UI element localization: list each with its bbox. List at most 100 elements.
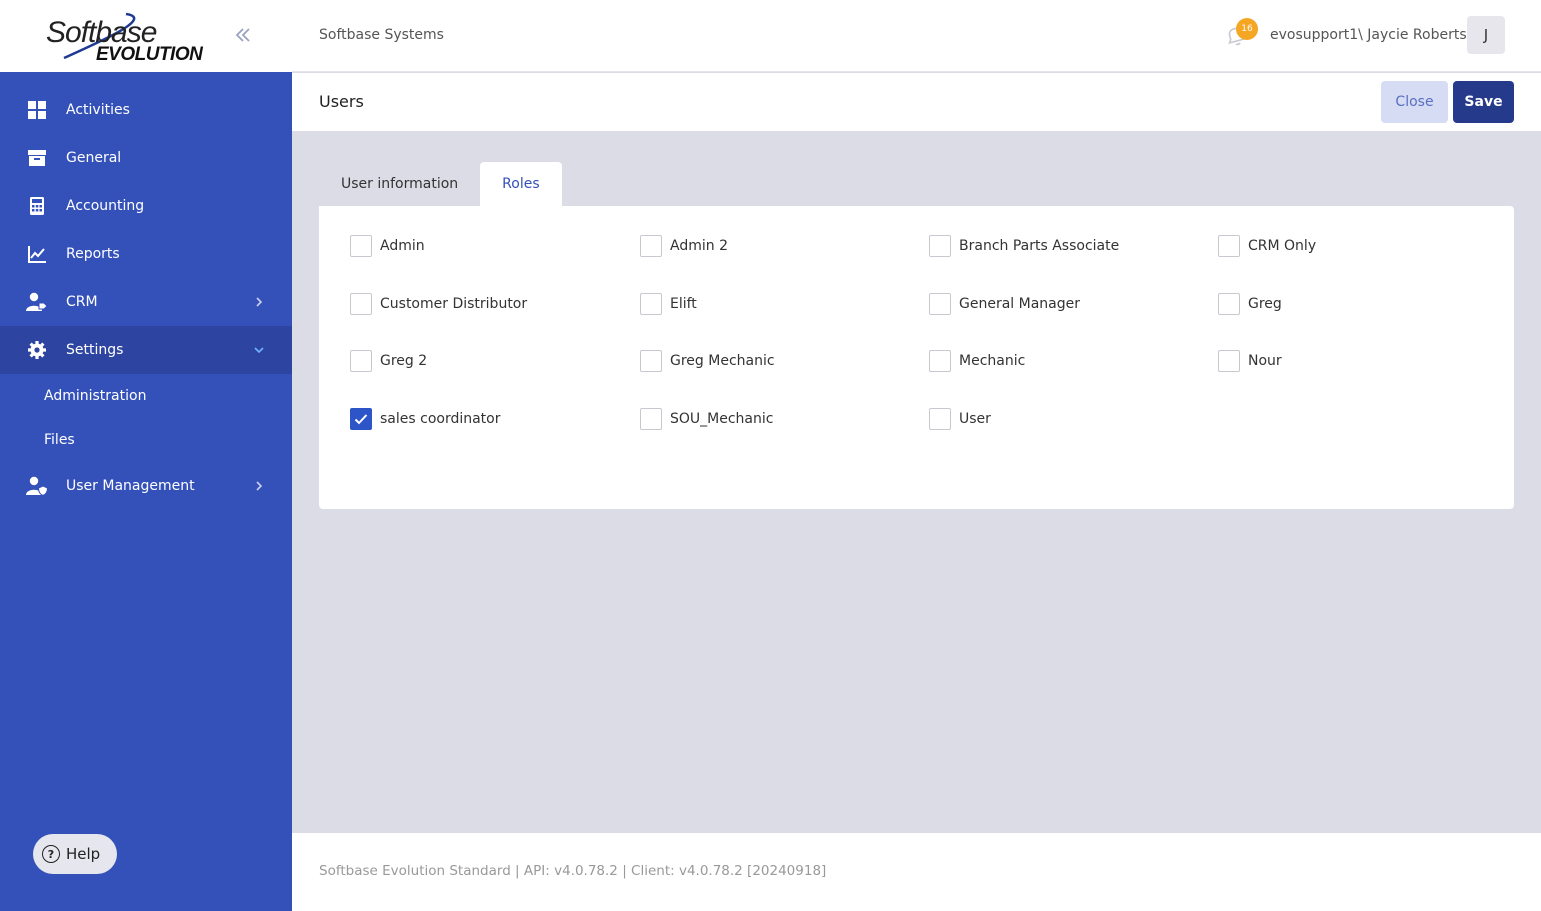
chart-line-icon (26, 243, 48, 265)
grid-icon (26, 99, 48, 121)
role-checkbox[interactable] (1218, 235, 1240, 257)
role-label: Admin 2 (670, 238, 728, 254)
role-user[interactable]: User (929, 408, 991, 430)
role-elift[interactable]: Elift (640, 293, 697, 315)
gear-icon (26, 339, 48, 361)
sidebar-item-activities[interactable]: Activities (0, 86, 292, 134)
roles-panel: Admin Admin 2 Branch Parts Associate CRM… (319, 206, 1514, 509)
avatar[interactable]: J (1467, 16, 1505, 54)
sidebar-item-settings[interactable]: Settings (0, 326, 292, 374)
role-checkbox[interactable] (640, 235, 662, 257)
role-label: Greg Mechanic (670, 353, 775, 369)
user-name[interactable]: evosupport1\ Jaycie Roberts (1270, 27, 1467, 43)
calculator-icon (26, 195, 48, 217)
logo-area: Softbase EVOLUTION (0, 0, 292, 72)
sidebar-item-label: User Management (66, 478, 195, 494)
close-button[interactable]: Close (1381, 81, 1448, 123)
page-title-bar: Users Close Save (292, 73, 1541, 131)
question-circle-icon: ? (42, 845, 60, 863)
page-title: Users (319, 92, 364, 111)
sidebar-item-label: Accounting (66, 198, 145, 214)
role-greg[interactable]: Greg (1218, 293, 1282, 315)
role-label: User (959, 411, 991, 427)
sidebar-item-reports[interactable]: Reports (0, 230, 292, 278)
sidebar-item-accounting[interactable]: Accounting (0, 182, 292, 230)
role-label: SOU_Mechanic (670, 411, 774, 427)
company-name: Softbase Systems (319, 27, 444, 43)
sidebar-item-crm[interactable]: CRM (0, 278, 292, 326)
role-general-manager[interactable]: General Manager (929, 293, 1080, 315)
sidebar-item-label: Activities (66, 102, 130, 118)
role-customer-distributor[interactable]: Customer Distributor (350, 293, 527, 315)
role-label: Greg (1248, 296, 1282, 312)
role-label: General Manager (959, 296, 1080, 312)
footer: Softbase Evolution Standard | API: v4.0.… (292, 833, 1541, 911)
role-checkbox[interactable] (640, 293, 662, 315)
sidebar-subitem-files[interactable]: Files (0, 418, 292, 462)
version-info: Softbase Evolution Standard | API: v4.0.… (319, 863, 827, 879)
role-label: Nour (1248, 353, 1282, 369)
notification-badge: 16 (1236, 18, 1258, 40)
role-admin[interactable]: Admin (350, 235, 425, 257)
role-checkbox[interactable] (929, 235, 951, 257)
role-checkbox[interactable] (350, 350, 372, 372)
sidebar-item-label: Reports (66, 246, 120, 262)
sidebar-subitem-administration[interactable]: Administration (0, 374, 292, 418)
role-label: CRM Only (1248, 238, 1317, 254)
role-label: Greg 2 (380, 353, 428, 369)
role-checkbox[interactable] (640, 350, 662, 372)
role-checkbox[interactable] (1218, 350, 1240, 372)
role-label: Branch Parts Associate (959, 238, 1120, 254)
tab-user-information[interactable]: User information (319, 162, 480, 206)
double-chevron-left-icon (235, 28, 250, 42)
help-label: Help (66, 845, 101, 863)
sidebar-subitem-label: Files (44, 432, 75, 448)
chevron-right-icon (256, 297, 263, 307)
role-sales-coordinator[interactable]: sales coordinator (350, 408, 501, 430)
role-label: Admin (380, 238, 425, 254)
role-checkbox-checked[interactable] (350, 408, 372, 430)
role-checkbox[interactable] (929, 293, 951, 315)
avatar-initial: J (1483, 26, 1489, 44)
tab-roles[interactable]: Roles (480, 162, 562, 206)
chevron-down-icon (254, 347, 264, 354)
role-crm-only[interactable]: CRM Only (1218, 235, 1316, 257)
checkmark-icon (354, 414, 368, 425)
logo-sub-text: EVOLUTION (96, 44, 203, 65)
role-label: sales coordinator (380, 411, 501, 427)
collapse-sidebar-button[interactable] (230, 22, 256, 48)
role-greg-mechanic[interactable]: Greg Mechanic (640, 350, 775, 372)
user-tag-icon (26, 291, 48, 313)
sidebar-nav: Activities General Accounting Reports CR… (0, 86, 292, 510)
role-greg-2[interactable]: Greg 2 (350, 350, 427, 372)
role-label: Elift (670, 296, 697, 312)
role-nour[interactable]: Nour (1218, 350, 1282, 372)
sidebar-subitem-label: Administration (44, 388, 147, 404)
role-checkbox[interactable] (929, 408, 951, 430)
sidebar-item-label: General (66, 150, 122, 166)
role-checkbox[interactable] (640, 408, 662, 430)
sidebar-item-user-management[interactable]: User Management (0, 462, 292, 510)
role-sou-mechanic[interactable]: SOU_Mechanic (640, 408, 773, 430)
user-shield-icon (26, 475, 48, 497)
role-checkbox[interactable] (929, 350, 951, 372)
role-checkbox[interactable] (1218, 293, 1240, 315)
role-checkbox[interactable] (350, 293, 372, 315)
role-label: Mechanic (959, 353, 1026, 369)
sidebar-item-general[interactable]: General (0, 134, 292, 182)
save-button[interactable]: Save (1453, 81, 1514, 123)
archive-icon (26, 147, 48, 169)
top-header: Softbase Systems 16 evosupport1\ Jaycie … (292, 0, 1541, 72)
tab-bar: User information Roles (319, 162, 562, 206)
sidebar: Softbase EVOLUTION Activities General Ac… (0, 0, 292, 911)
role-admin-2[interactable]: Admin 2 (640, 235, 728, 257)
role-mechanic[interactable]: Mechanic (929, 350, 1025, 372)
help-button[interactable]: ? Help (33, 834, 117, 874)
sidebar-item-label: Settings (66, 342, 124, 358)
role-checkbox[interactable] (350, 235, 372, 257)
role-label: Customer Distributor (380, 296, 528, 312)
role-branch-parts-associate[interactable]: Branch Parts Associate (929, 235, 1119, 257)
softbase-logo[interactable]: Softbase EVOLUTION (44, 10, 214, 66)
sidebar-item-label: CRM (66, 294, 98, 310)
chevron-right-icon (256, 481, 263, 491)
